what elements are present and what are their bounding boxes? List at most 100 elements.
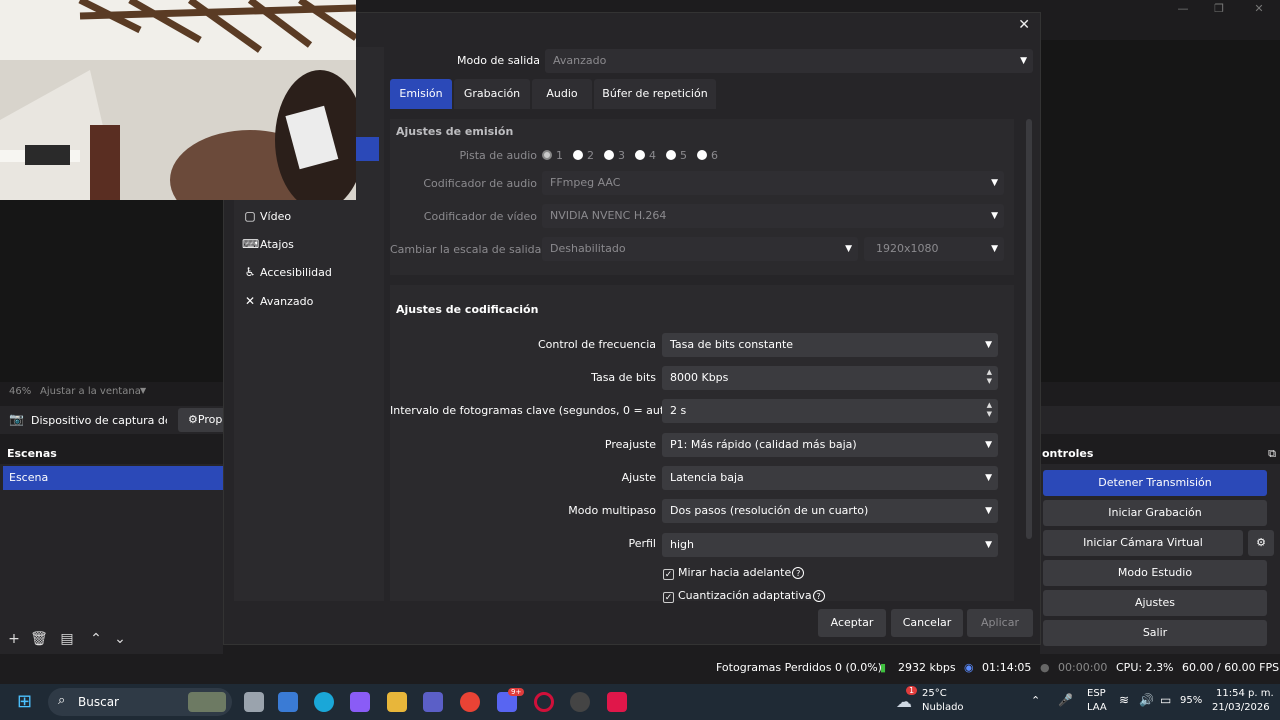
tray-overflow-icon[interactable]: ⌃ — [1031, 694, 1040, 707]
help-icon[interactable]: ? — [792, 567, 805, 579]
move-up-icon[interactable]: ⌃ — [87, 630, 105, 648]
start-recording-button[interactable]: Iniciar Grabación — [1043, 500, 1267, 526]
start-virtual-cam-button[interactable]: Iniciar Cámara Virtual — [1043, 530, 1243, 556]
audio-track-radio-2[interactable]: 2 — [573, 149, 594, 162]
audio-track-radios: 1 2 3 4 5 6 — [542, 149, 742, 163]
keyframe-spinbox[interactable]: 2 s ▲ ▼ — [662, 399, 998, 423]
edge-icon[interactable] — [314, 692, 334, 712]
video-encoder-select[interactable]: NVIDIA NVENC H.264 ▼ — [542, 204, 1004, 228]
move-down-icon[interactable]: ⌄ — [111, 630, 129, 648]
adaptive-quant-checkbox[interactable]: ✓ Cuantización adaptativa? — [663, 589, 825, 603]
tab-bufer[interactable]: Búfer de repetición — [594, 79, 716, 109]
minimize-icon[interactable]: — — [1164, 2, 1202, 20]
rate-control-label: Control de frecuencia — [537, 338, 656, 351]
search-icon: ⌕ — [58, 693, 66, 708]
sidebar-item-accessibility[interactable]: ♿ Accesibilidad — [242, 261, 332, 283]
sidebar-item-video[interactable]: ▢ Vídeo — [242, 205, 291, 227]
scene-item[interactable]: Escena — [3, 466, 223, 490]
sidebar-item-advanced[interactable]: ✕ Avanzado — [242, 290, 313, 312]
filter-icon[interactable]: ▤ — [58, 630, 76, 648]
stream-settings-group: Ajustes de emisión Pista de audio 1 2 3 … — [390, 119, 1014, 275]
store-icon[interactable] — [278, 692, 298, 712]
video-icon: ▢ — [244, 209, 256, 223]
audio-track-radio-3[interactable]: 3 — [604, 149, 625, 162]
trash-icon[interactable]: 🗑 — [30, 630, 48, 648]
audio-track-radio-6[interactable]: 6 — [697, 149, 718, 162]
audio-track-radio-4[interactable]: 4 — [635, 149, 656, 162]
tab-grabacion[interactable]: Grabación — [454, 79, 530, 109]
controls-header: ontroles — [1040, 444, 1280, 464]
opera-icon[interactable] — [534, 692, 554, 712]
clock-date[interactable]: 21/03/2026 — [1212, 702, 1270, 713]
obs-icon[interactable] — [570, 692, 590, 712]
profile-select[interactable]: high ▼ — [662, 533, 998, 557]
tab-audio[interactable]: Audio — [532, 79, 592, 109]
undock-icon[interactable]: ⧉ — [1268, 447, 1276, 461]
taskbar: ⊞ ⌕ Buscar 9+ ☁ 1 25°C Nublado ⌃ 🎤 ESP L… — [0, 684, 1280, 720]
weather-desc: Nublado — [922, 702, 964, 713]
wifi-icon[interactable]: ≋ — [1119, 693, 1129, 707]
battery-icon[interactable]: ▭ — [1160, 693, 1171, 707]
multipass-select[interactable]: Dos pasos (resolución de un cuarto) ▼ — [662, 499, 998, 523]
sidebar-item-label: Atajos — [260, 238, 294, 251]
spin-arrows-icon[interactable]: ▲ ▼ — [987, 401, 992, 419]
keyframe-value: 2 s — [670, 404, 687, 417]
studio-mode-button[interactable]: Modo Estudio — [1043, 560, 1267, 586]
exit-button[interactable]: Salir — [1043, 620, 1267, 646]
tuning-select[interactable]: Latencia baja ▼ — [662, 466, 998, 490]
file-explorer-icon[interactable] — [387, 692, 407, 712]
chevron-down-icon: ▼ — [985, 340, 992, 350]
rescale-select[interactable]: Deshabilitado ▼ — [542, 237, 858, 261]
maximize-icon[interactable]: ❐ — [1200, 2, 1238, 20]
rescale-resolution-select[interactable]: 1920x1080 ▼ — [864, 237, 1004, 261]
wrench-icon: ✕ — [244, 294, 256, 308]
taskbar-search[interactable]: ⌕ Buscar — [48, 688, 232, 716]
preset-label: Preajuste — [604, 438, 656, 451]
chevron-down-icon: ▼ — [991, 178, 998, 188]
language-layout[interactable]: LAA — [1087, 702, 1107, 713]
preset-select[interactable]: P1: Más rápido (calidad más baja) ▼ — [662, 433, 998, 457]
stop-stream-button[interactable]: Detener Transmisión — [1043, 470, 1267, 496]
settings-scrollbar[interactable] — [1026, 119, 1032, 539]
sidebar-selected-highlight — [354, 137, 379, 161]
spin-arrows-icon[interactable]: ▲ ▼ — [987, 368, 992, 386]
dialog-close-icon[interactable]: ✕ — [1018, 17, 1030, 33]
zoom-mode-select[interactable]: Ajustar a la ventana — [40, 386, 141, 397]
audio-track-radio-5[interactable]: 5 — [666, 149, 687, 162]
discord-badge: 9+ — [508, 688, 525, 696]
tab-emision[interactable]: Emisión — [390, 79, 452, 109]
audio-encoder-select[interactable]: FFmpeg AAC ▼ — [542, 171, 1004, 195]
app-icon[interactable] — [607, 692, 627, 712]
keyboard-icon: ⌨ — [242, 237, 260, 251]
copilot-icon[interactable] — [350, 692, 370, 712]
output-mode-select[interactable]: Avanzado ▼ — [545, 49, 1033, 73]
windows-start-icon[interactable]: ⊞ — [17, 692, 37, 712]
video-encoder-value: NVIDIA NVENC H.264 — [550, 209, 667, 222]
close-window-icon[interactable]: ✕ — [1240, 2, 1278, 20]
microphone-icon[interactable]: 🎤 — [1058, 693, 1073, 707]
rate-control-select[interactable]: Tasa de bits constante ▼ — [662, 333, 998, 357]
accept-button[interactable]: Aceptar — [818, 609, 886, 637]
volume-icon[interactable]: 🔊 — [1139, 693, 1154, 707]
cancel-button[interactable]: Cancelar — [891, 609, 963, 637]
bitrate-spinbox[interactable]: 8000 Kbps ▲ ▼ — [662, 366, 998, 390]
language[interactable]: ESP — [1087, 688, 1106, 699]
apply-button[interactable]: Aplicar — [967, 609, 1033, 637]
webcam-image — [0, 0, 356, 200]
settings-button[interactable]: Ajustes — [1043, 590, 1267, 616]
teams-icon[interactable] — [423, 692, 443, 712]
webcam-overlay — [0, 0, 356, 200]
clock-time[interactable]: 11:54 p. m. — [1216, 688, 1274, 699]
chrome-icon[interactable] — [460, 692, 480, 712]
task-view-icon[interactable] — [244, 692, 264, 712]
sidebar-item-hotkeys[interactable]: ⌨Atajos — [242, 233, 294, 255]
add-icon[interactable]: + — [5, 630, 23, 648]
virtual-cam-gear-icon[interactable]: ⚙ — [1248, 530, 1274, 556]
search-highlight-image — [188, 692, 226, 712]
lookahead-checkbox[interactable]: ✓ Mirar hacia adelante? — [663, 566, 805, 580]
help-icon[interactable]: ? — [812, 590, 825, 602]
output-mode-label: Modo de salida — [457, 54, 540, 67]
audio-track-radio-1[interactable]: 1 — [542, 149, 563, 162]
rescale-label: Cambiar la escala de salida — [390, 243, 542, 256]
chevron-down-icon[interactable]: ▼ — [140, 386, 146, 395]
